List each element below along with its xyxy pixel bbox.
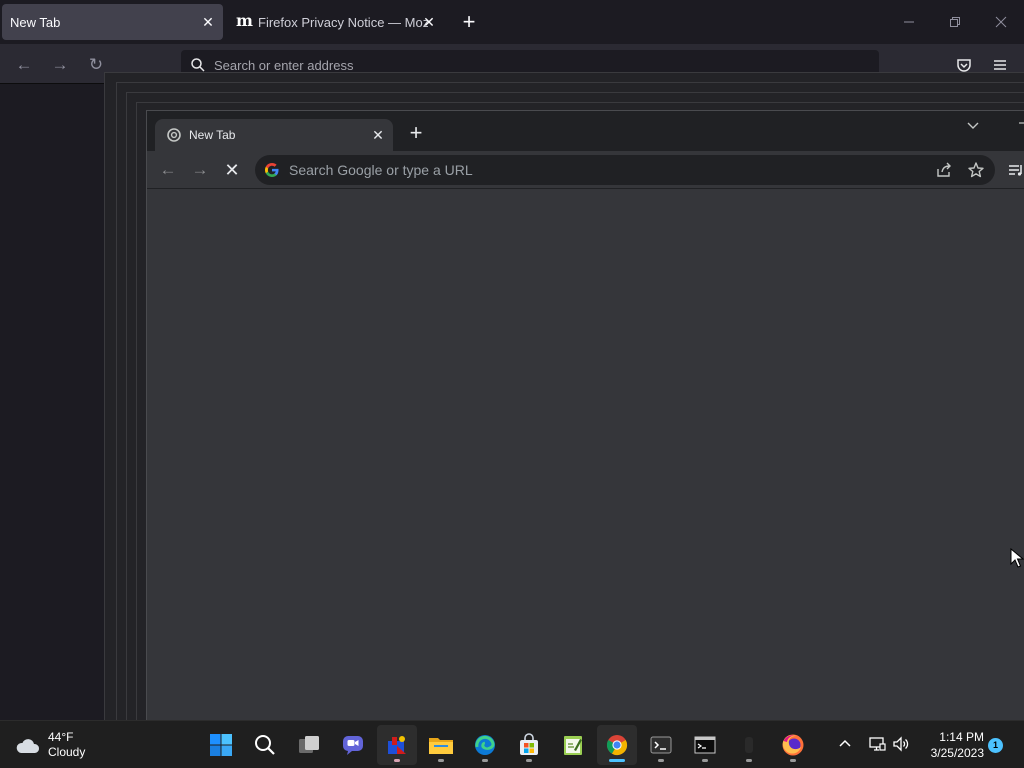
back-arrow-icon[interactable]: ← (13, 54, 35, 76)
minimize-icon (904, 21, 914, 23)
search-icon (255, 735, 275, 755)
firefox-tab-privacy-notice[interactable]: m Firefox Privacy Notice — Mozill ✕ (230, 4, 444, 40)
task-view-icon (299, 736, 319, 753)
notification-badge[interactable]: 1 (988, 738, 1003, 753)
new-tab-button[interactable]: + (405, 122, 427, 145)
clock-date: 3/25/2023 (930, 746, 984, 760)
close-icon[interactable]: ✕ (199, 13, 217, 31)
terminal-icon (650, 736, 672, 754)
media-app-icon (388, 736, 406, 754)
desktop: New Tab ✕ m Firefox Privacy Notice — Moz… (0, 0, 1024, 768)
taskbar-edge[interactable] (465, 725, 505, 765)
chrome-omnibox[interactable] (255, 155, 995, 185)
weather-widget[interactable]: 44°F Cloudy (14, 727, 85, 763)
running-indicator (526, 759, 532, 762)
back-arrow-icon[interactable]: ← (157, 159, 179, 181)
chrome-tab-new-tab[interactable]: New Tab ✕ (155, 119, 393, 151)
share-icon[interactable] (935, 161, 953, 179)
minimize-button[interactable] (897, 10, 921, 34)
taskbar-app-media[interactable] (377, 725, 417, 765)
restore-icon (950, 17, 960, 27)
volume-icon[interactable] (892, 735, 910, 753)
clock-time: 1:14 PM (939, 730, 984, 744)
weather-temperature: 44°F (48, 730, 74, 744)
forward-arrow-icon[interactable]: → (189, 159, 211, 181)
running-indicator (702, 759, 708, 762)
tab-title: New Tab (10, 14, 61, 30)
chrome-icon (606, 735, 628, 756)
stop-loading-icon[interactable]: ✕ (221, 159, 243, 181)
chrome-toolbar: ← → ✕ (147, 151, 1024, 189)
firefox-icon (782, 734, 804, 756)
taskbar-notepad[interactable] (553, 725, 593, 765)
command-prompt-icon (694, 736, 716, 754)
tab-title: New Tab (189, 128, 236, 142)
chevron-up-icon[interactable] (836, 735, 854, 753)
firefox-tab-new-tab[interactable]: New Tab ✕ (2, 4, 223, 40)
taskbar-firefox[interactable] (773, 725, 813, 765)
chat-button[interactable] (333, 725, 373, 765)
start-button[interactable] (201, 725, 241, 765)
running-indicator (482, 759, 488, 762)
new-tab-button[interactable]: + (458, 11, 480, 34)
running-indicator (746, 759, 752, 762)
cloud-icon (16, 739, 40, 753)
hidden-app-icon (745, 737, 753, 753)
taskbar-terminal[interactable] (641, 725, 681, 765)
taskbar-command-prompt[interactable] (685, 725, 725, 765)
start-icon (210, 734, 232, 756)
task-view-button[interactable] (289, 725, 329, 765)
active-window-indicator (609, 759, 625, 762)
running-indicator (394, 759, 400, 762)
system-clock[interactable]: 1:14 PM 3/25/2023 (918, 729, 984, 761)
taskbar: 44°F Cloudy 1:14 PM 3/25/2023 1 (0, 720, 1024, 768)
close-icon[interactable]: ✕ (420, 13, 438, 31)
weather-condition: Cloudy (48, 745, 86, 759)
network-icon[interactable] (868, 735, 886, 753)
taskbar-hidden-app[interactable] (729, 725, 769, 765)
minimize-icon[interactable] (1013, 113, 1024, 133)
bookmark-star-icon[interactable] (967, 161, 985, 179)
restore-button[interactable] (943, 10, 967, 34)
taskbar-file-explorer[interactable] (421, 725, 461, 765)
taskbar-chrome[interactable] (597, 725, 637, 765)
omnibox-input[interactable] (289, 160, 889, 180)
notepad-icon (564, 736, 582, 755)
chrome-favicon-icon (167, 128, 181, 142)
search-icon (191, 58, 205, 72)
running-indicator (438, 759, 444, 762)
mouse-cursor-icon (1010, 548, 1024, 568)
chrome-tab-strip: New Tab ✕ + (147, 111, 1024, 151)
edge-icon (475, 735, 495, 755)
forward-arrow-icon[interactable]: → (49, 54, 71, 76)
firefox-tab-bar: New Tab ✕ m Firefox Privacy Notice — Moz… (0, 0, 1024, 44)
reading-list-icon[interactable] (1007, 161, 1024, 179)
store-icon (520, 733, 538, 755)
file-explorer-icon (429, 738, 453, 754)
running-indicator (658, 759, 664, 762)
chat-icon (343, 736, 363, 755)
running-indicator (790, 759, 796, 762)
close-icon (995, 16, 1007, 28)
taskbar-store[interactable] (509, 725, 549, 765)
mozilla-favicon-icon: m (236, 11, 253, 30)
google-logo-icon (265, 163, 279, 177)
tab-title: Firefox Privacy Notice — Mozill (258, 14, 428, 30)
close-window-button[interactable] (989, 10, 1013, 34)
chrome-window: New Tab ✕ + ← → ✕ (146, 110, 1024, 722)
close-icon[interactable]: ✕ (369, 126, 387, 144)
search-button[interactable] (245, 725, 285, 765)
tab-search-chevron-down-icon[interactable] (963, 115, 983, 135)
